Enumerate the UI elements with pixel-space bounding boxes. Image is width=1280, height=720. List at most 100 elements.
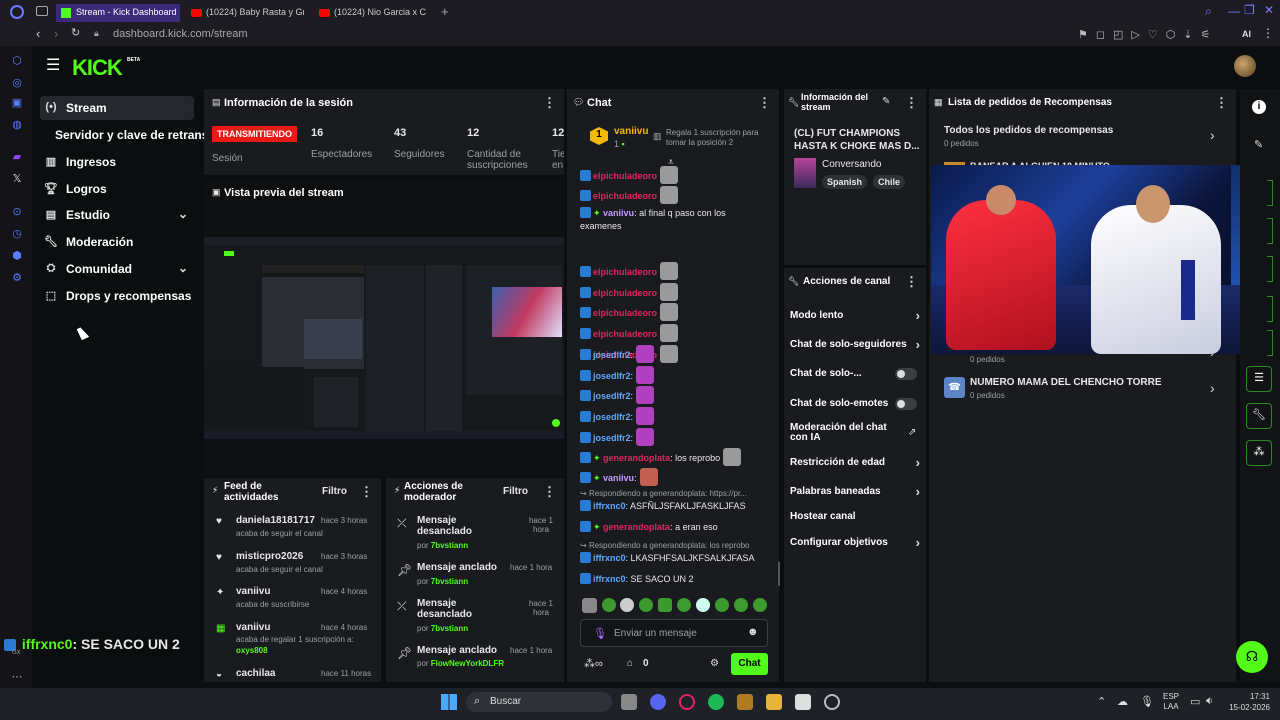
chat-send-button[interactable]: Chat: [731, 653, 768, 675]
explorer-icon[interactable]: [766, 694, 782, 710]
new-tab-button[interactable]: +: [441, 5, 449, 18]
chat-message[interactable]: ✦ vaniivu:: [580, 468, 658, 486]
chat-message[interactable]: ✦ generandoplata: los reprobo: [580, 448, 742, 466]
chat-message[interactable]: elpichuladeoro: [580, 186, 679, 204]
chat-user[interactable]: vaniivu: [603, 473, 634, 483]
reload-icon[interactable]: ↻: [71, 28, 80, 39]
excel-icon[interactable]: [737, 694, 753, 710]
mod-filter-button[interactable]: Filtro: [503, 486, 528, 497]
chat-message[interactable]: josedlfr2:: [580, 386, 655, 405]
support-chat-button[interactable]: ☊: [1236, 641, 1268, 673]
mod-user[interactable]: 7bvstiann: [431, 541, 468, 550]
reward-item-title[interactable]: NUMERO MAMA DEL CHENCHO TORRE: [970, 377, 1161, 388]
chat-message[interactable]: ✦ generandoplata: a eran eso: [580, 521, 718, 533]
close-window-icon[interactable]: ✕: [1264, 4, 1274, 16]
sidebar-settings-icon[interactable]: ⚙: [10, 271, 24, 285]
sidebar-twitch-icon[interactable]: ▰: [10, 150, 24, 164]
activity-user[interactable]: cachilaa: [236, 668, 275, 679]
sidebar-briefcase-icon[interactable]: ▣: [10, 96, 24, 110]
chat-user[interactable]: josedlfr2: [593, 350, 631, 360]
mic-icon[interactable]: 🎙︎: [593, 627, 607, 640]
browser-tab-kick[interactable]: Stream - Kick Dashboard: [56, 4, 180, 22]
chat-user[interactable]: iffrxnc0: [593, 501, 626, 511]
emote-icon[interactable]: [696, 598, 710, 612]
sidebar-music-icon[interactable]: ⊙: [10, 205, 24, 219]
emotes-only-toggle[interactable]: [895, 398, 917, 410]
sidebar-item-stream[interactable]: (•) Stream: [40, 96, 194, 120]
sidebar-item-server-key[interactable]: Servidor y clave de retransmisión: [40, 123, 210, 147]
task-view-icon[interactable]: [621, 694, 637, 710]
chat-user[interactable]: iffrxnc0: [593, 553, 626, 563]
tag-chile[interactable]: Chile: [873, 175, 906, 189]
more-options-icon[interactable]: ⋮: [543, 484, 556, 500]
sidebar-item-comunidad[interactable]: ⛭ Comunidad ⌄: [40, 257, 194, 281]
stream-preview-video[interactable]: [204, 237, 564, 439]
chat-user[interactable]: generandoplata: [603, 522, 670, 532]
activity-user[interactable]: misticpro2026: [236, 551, 303, 562]
taskbar-search[interactable]: ⌕ Buscar: [466, 692, 612, 712]
browser-tab-youtube-1[interactable]: (10224) Baby Rasta y Gringo: [186, 4, 304, 22]
share-panel-icon[interactable]: ⁂: [1246, 440, 1272, 466]
emote-icon[interactable]: [715, 598, 729, 612]
slow-mode-action[interactable]: Modo lento ›: [790, 308, 920, 323]
chat-user[interactable]: elpichuladeoro: [593, 329, 657, 339]
tool-button[interactable]: [1267, 218, 1273, 244]
windows-start-icon[interactable]: [441, 694, 457, 710]
emote-icon[interactable]: [602, 598, 616, 612]
browser-menu-icon[interactable]: ⋮: [1262, 27, 1274, 39]
tag-spanish[interactable]: Spanish: [822, 175, 868, 189]
sidebar-item-estudio[interactable]: ▤ Estudio ⌄: [40, 203, 194, 227]
tray-network-icon[interactable]: ▭: [1190, 695, 1200, 708]
more-options-icon[interactable]: ⋮: [360, 484, 373, 500]
more-options-icon[interactable]: ⋮: [758, 95, 771, 111]
mod-user[interactable]: 7bvstiann: [431, 577, 468, 586]
emote-icon[interactable]: [753, 598, 767, 612]
chat-message[interactable]: iffrxnc0: LKASFHFSALJKFSALKJFASA: [580, 552, 755, 563]
banned-words-action[interactable]: Palabras baneadas ›: [790, 484, 920, 499]
sidebar-aria-icon[interactable]: ◎: [10, 76, 24, 90]
app-taskbar-icon[interactable]: [824, 694, 840, 710]
activity-filter-button[interactable]: Filtro: [322, 486, 347, 497]
emote-icon[interactable]: [639, 598, 653, 612]
store-icon[interactable]: ⌂: [627, 658, 633, 669]
more-options-icon[interactable]: ⋮: [905, 95, 918, 111]
chat-user[interactable]: josedlfr2: [593, 371, 631, 381]
chat-user[interactable]: elpichuladeoro: [593, 267, 657, 277]
mod-user[interactable]: FlowNewYorkDLFR: [431, 659, 504, 668]
activity-user[interactable]: vaniivu: [236, 586, 270, 597]
sidebar-x-icon[interactable]: 𝕏: [10, 172, 24, 186]
chat-message[interactable]: josedlfr2:: [580, 427, 655, 446]
chat-message[interactable]: josedlfr2:: [580, 365, 655, 384]
chat-user[interactable]: elpichuladeoro: [593, 308, 657, 318]
chat-user[interactable]: iffrxnc0: [593, 574, 626, 584]
chat-message[interactable]: elpichuladeoro: [580, 166, 679, 184]
emote-icon[interactable]: [734, 598, 748, 612]
followers-only-action[interactable]: Chat de solo-seguidores ›: [790, 337, 920, 352]
subs-only-toggle[interactable]: [895, 368, 917, 380]
sidebar-history-icon[interactable]: ◷: [10, 227, 24, 241]
chat-message[interactable]: elpichuladeoro: [580, 282, 679, 301]
chat-user[interactable]: josedlfr2: [593, 391, 631, 401]
chat-user[interactable]: josedlfr2: [593, 412, 631, 422]
browser-search-icon[interactable]: ⌕: [1205, 5, 1212, 17]
tool-button[interactable]: [1267, 296, 1273, 322]
browser-tab-youtube-2[interactable]: (10224) Nio Garcia x C: [314, 4, 434, 22]
user-avatar[interactable]: [1234, 55, 1256, 77]
emote-icon[interactable]: [658, 598, 672, 612]
chat-user[interactable]: elpichuladeoro: [593, 288, 657, 298]
sidebar-item-logros[interactable]: 🏆︎ Logros: [40, 177, 194, 201]
activity-gift-recipient[interactable]: oxys808: [236, 646, 268, 655]
back-icon[interactable]: ‹: [36, 27, 40, 40]
more-options-icon[interactable]: ⋮: [543, 95, 556, 111]
sidebar-more-icon[interactable]: ⋯: [10, 670, 24, 684]
chat-message[interactable]: josedlfr2:: [580, 407, 655, 426]
more-options-icon[interactable]: ⋮: [905, 274, 918, 290]
emote-icon[interactable]: [582, 598, 597, 613]
sidebar-opera-icon[interactable]: ⬡: [10, 54, 24, 68]
tool-button[interactable]: [1267, 330, 1273, 356]
activity-user[interactable]: daniela18181717: [236, 515, 315, 526]
age-restriction-action[interactable]: Restricción de edad ›: [790, 455, 920, 470]
mod-user[interactable]: 7bvstiann: [431, 624, 468, 633]
chat-input[interactable]: 🎙︎ Enviar un mensaje ☻: [580, 619, 768, 647]
edit-layout-icon[interactable]: ✎: [1254, 138, 1263, 151]
